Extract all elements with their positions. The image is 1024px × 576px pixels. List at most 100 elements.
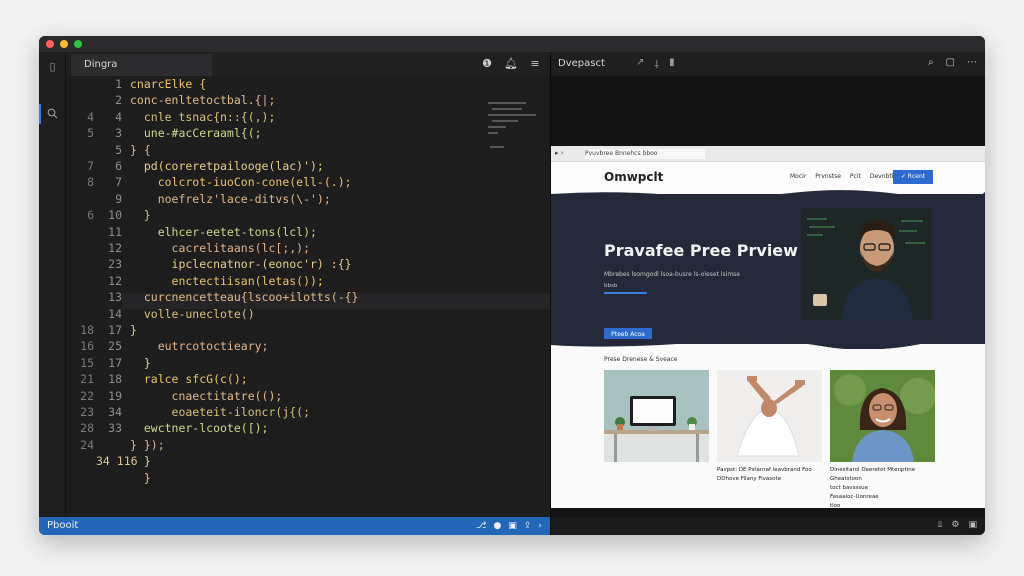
url-text[interactable]: Pvuvbree Bnnehcs bboo bbox=[585, 149, 705, 159]
active-indicator bbox=[39, 104, 41, 124]
code-editor[interactable]: 4 5 7 8 6 18 16 15 21 22 23 28 24 1 2 4 3 5 6 7 9 10 11 12 23 12… bbox=[66, 76, 577, 517]
info-icon[interactable]: ❶ bbox=[480, 57, 494, 70]
hero-subtitle: Mbrebes lsomgodl lsoa-busre ls-oleset ls… bbox=[604, 271, 740, 278]
pin-icon[interactable]: ⸸ bbox=[654, 57, 659, 71]
code-line[interactable]: } bbox=[130, 207, 151, 223]
copy-icon[interactable]: ▣ bbox=[508, 517, 517, 535]
tab-dingra[interactable]: Dingra bbox=[71, 54, 212, 76]
line-number: 14 bbox=[108, 306, 122, 321]
line-number: 9 bbox=[115, 191, 122, 206]
preview-footer: ⫫ ⚙ ▣ bbox=[551, 517, 985, 535]
preview-body: ▸ › Pvuvbree Bnnehcs bboo Omwpclt Mocir … bbox=[551, 76, 985, 517]
title-bar bbox=[39, 36, 985, 52]
line-number: 34 bbox=[108, 405, 122, 419]
line-number: 16 bbox=[80, 339, 94, 354]
files-icon[interactable]: ▯ bbox=[46, 60, 59, 73]
line-number: 3 bbox=[115, 126, 122, 141]
nav-cta-button[interactable]: ✓ Rcent bbox=[893, 170, 933, 184]
code-line[interactable]: eutrcotoctieary; bbox=[130, 338, 269, 354]
line-number: 15 bbox=[80, 355, 94, 370]
url-bar[interactable]: ▸ › Pvuvbree Bnnehcs bboo bbox=[551, 146, 985, 162]
settings-icon[interactable]: ⚙ bbox=[951, 520, 959, 530]
nav-link-1[interactable]: Mocir bbox=[790, 173, 806, 180]
branch-icon[interactable]: ⎇ bbox=[476, 517, 486, 535]
code-line[interactable]: ralce sfcG(c(); bbox=[130, 371, 248, 387]
expand-icon[interactable]: ↗ bbox=[636, 57, 644, 71]
line-number: 25 bbox=[108, 339, 122, 354]
code-line[interactable]: noefrelz'lace-ditvs(\-'); bbox=[130, 191, 331, 207]
code-line[interactable]: } bbox=[130, 470, 151, 486]
nav-link-4[interactable]: Devnbtk bbox=[870, 173, 895, 180]
line-number: 6 bbox=[115, 159, 122, 173]
code-line[interactable]: pd(coreretpailooge(lac)'); bbox=[130, 158, 324, 174]
card2-caption: Pavpst: DE Pstanraf leavbrand Foo DDhove… bbox=[717, 467, 812, 482]
line-number: 21 bbox=[80, 372, 94, 387]
split-icon[interactable]: ▢ bbox=[946, 57, 955, 68]
code-line[interactable]: curcnencetteau{lscoo+ilotts(-{} bbox=[130, 289, 359, 305]
panel-icon[interactable]: ▣ bbox=[968, 520, 977, 530]
trash-icon[interactable]: ▮ bbox=[669, 57, 675, 71]
status-label: Pbooit bbox=[47, 520, 79, 531]
code-line[interactable]: elhcer-eetet-tons(lcl); bbox=[130, 224, 317, 240]
line-number bbox=[66, 256, 94, 272]
code-line[interactable]: eoaeteit-iloncr(j{(; bbox=[130, 404, 310, 420]
code-line[interactable]: conc-enltetoctbal.{|; bbox=[130, 92, 275, 108]
line-number: 22 bbox=[80, 388, 94, 403]
code-line[interactable]: une-#acCeraaml{(; bbox=[130, 125, 262, 141]
code-line[interactable]: ipclecnatnor-(eonoc'r) :{} bbox=[130, 256, 352, 272]
line-number: 7 bbox=[87, 159, 94, 173]
code-line[interactable]: cacrelitaans(lc[;,); bbox=[130, 240, 310, 256]
hero-small-text: bbsb bbox=[604, 283, 618, 289]
code-icon[interactable]: › bbox=[538, 517, 542, 535]
code-line[interactable]: enctectiisan(letas()); bbox=[130, 273, 324, 289]
line-number: 13 bbox=[108, 290, 122, 305]
card-image-portrait[interactable] bbox=[830, 370, 935, 462]
code-line[interactable]: } bbox=[130, 355, 151, 371]
line-number: 23 bbox=[108, 257, 122, 272]
line-number: 18 bbox=[80, 323, 94, 337]
website-preview[interactable]: ▸ › Pvuvbree Bnnehcs bboo Omwpclt Mocir … bbox=[551, 146, 985, 508]
torn-edge-bottom bbox=[551, 339, 985, 349]
code-line[interactable]: } bbox=[130, 453, 151, 469]
line-number bbox=[66, 191, 94, 207]
line-number bbox=[66, 289, 94, 305]
line-number: 10 bbox=[108, 208, 122, 223]
zoom-window-button[interactable] bbox=[74, 40, 82, 48]
code-line[interactable]: } }); bbox=[130, 437, 165, 453]
search-preview-icon[interactable]: ⌕ bbox=[928, 57, 934, 68]
line-number: 12 bbox=[108, 241, 122, 255]
line-number: 12 bbox=[108, 273, 122, 288]
more-icon[interactable]: ⋯ bbox=[967, 57, 977, 68]
line-number bbox=[66, 76, 94, 92]
code-line[interactable]: cnarcElke { bbox=[130, 76, 206, 92]
nav-link-2[interactable]: Prvnstse bbox=[815, 173, 841, 180]
share-icon[interactable]: ⇪ bbox=[524, 517, 532, 535]
search-icon[interactable] bbox=[46, 108, 59, 121]
code-line[interactable]: cnle tsnac{n::{(,); bbox=[130, 109, 276, 125]
nav-link-3[interactable]: Pcit bbox=[850, 173, 861, 180]
sync-icon[interactable]: ● bbox=[493, 517, 501, 535]
minimize-window-button[interactable] bbox=[60, 40, 68, 48]
code-line[interactable]: ewctner-lcoote([); bbox=[130, 420, 269, 436]
back-forward-icon[interactable]: ▸ › bbox=[555, 149, 564, 157]
editor-tab-bar: Dingra ❶ 🔔︎ ≡ bbox=[66, 52, 550, 76]
code-line[interactable]: cnaectitatre((); bbox=[130, 388, 283, 404]
minimap[interactable] bbox=[488, 102, 550, 202]
hero-section: Pravafee Pree Prview Mbrebes lsomgodl ls… bbox=[551, 194, 985, 344]
torn-edge-top bbox=[551, 190, 985, 200]
chart-icon[interactable]: ⫫ bbox=[937, 520, 942, 530]
close-window-button[interactable] bbox=[46, 40, 54, 48]
code-line[interactable]: volle-uneclote() bbox=[130, 306, 255, 322]
bell-icon[interactable]: 🔔︎ bbox=[504, 57, 518, 70]
code-line[interactable]: } { bbox=[130, 142, 151, 158]
card-image-yoga[interactable] bbox=[717, 370, 822, 462]
card-image-desk[interactable] bbox=[604, 370, 709, 462]
code-line[interactable]: } bbox=[130, 322, 137, 338]
line-number bbox=[66, 273, 94, 289]
code-line[interactable]: colcrot-iuoCon-cone(ell-(.); bbox=[130, 174, 352, 190]
hero-portrait-image bbox=[801, 208, 932, 320]
preview-toolbar: Dvepasct ↗ ⸸ ▮ ⌕ ▢ ⋯ bbox=[551, 52, 985, 76]
menu-icon[interactable]: ≡ bbox=[528, 57, 542, 70]
site-logo[interactable]: Omwpclt bbox=[604, 170, 663, 184]
line-number: 5 bbox=[87, 126, 94, 141]
